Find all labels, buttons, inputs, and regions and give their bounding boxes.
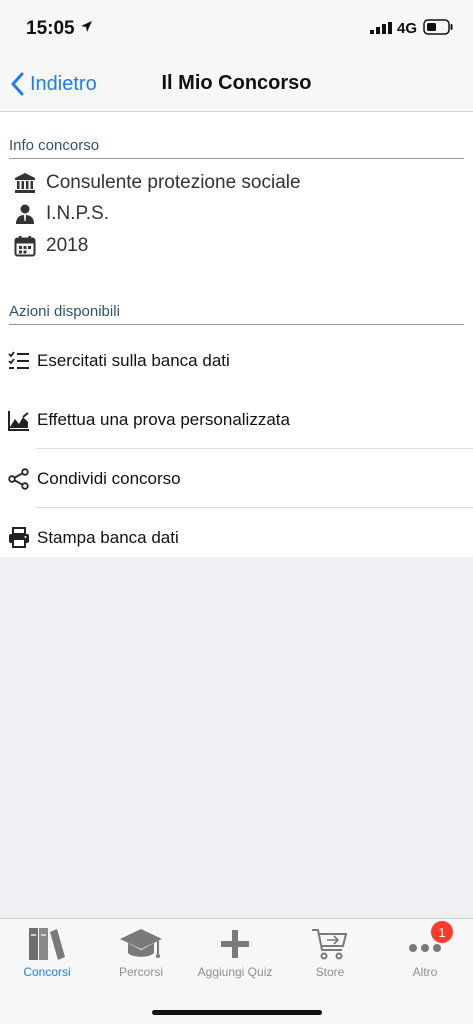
- tab-store-label: Store: [315, 965, 345, 979]
- tab-percorsi[interactable]: Percorsi: [94, 919, 188, 985]
- signal-icon: [370, 22, 392, 34]
- tab-altro[interactable]: 1 Altro: [378, 919, 472, 985]
- location-arrow-icon: [81, 21, 92, 32]
- info-role: Consulente protezione sociale: [46, 172, 301, 193]
- info-row-body: I.N.P.S.: [14, 199, 109, 229]
- graduation-cap-icon: [118, 925, 164, 963]
- institution-icon: [14, 172, 36, 194]
- info-row-year: 2018: [14, 231, 88, 261]
- info-year: 2018: [46, 235, 89, 256]
- tab-aggiungi-quiz-label: Aggiungi Quiz: [197, 965, 273, 979]
- cart-icon: [310, 925, 350, 963]
- plus-icon: [217, 925, 253, 963]
- action-custom-test[interactable]: Effettua una prova personalizzata: [0, 390, 473, 449]
- books-icon: [26, 925, 68, 963]
- content: Info concorso Consulente protezione soci…: [0, 112, 473, 557]
- status-time: 15:05: [26, 18, 75, 39]
- action-custom-test-label: Effettua una prova personalizzata: [37, 409, 290, 429]
- action-share-label: Condividi concorso: [37, 468, 181, 488]
- tab-aggiungi-quiz[interactable]: Aggiungi Quiz: [188, 919, 282, 985]
- tab-concorsi[interactable]: Concorsi: [0, 919, 94, 985]
- more-icon: 1: [405, 921, 453, 963]
- printer-icon: [8, 526, 30, 549]
- action-practice-label: Esercitati sulla banca dati: [37, 350, 230, 370]
- action-print-label: Stampa banca dati: [37, 527, 179, 547]
- screen: 15:05 4G Indietro Il Mio Concorso Info c…: [0, 0, 473, 1024]
- action-print[interactable]: Stampa banca dati: [0, 508, 473, 567]
- home-indicator: [152, 1010, 322, 1015]
- tab-concorsi-label: Concorsi: [23, 965, 71, 979]
- battery-icon: [423, 19, 453, 35]
- person-icon: [14, 203, 36, 225]
- network-label: 4G: [397, 20, 418, 37]
- checklist-icon: [8, 350, 30, 372]
- calendar-icon: [14, 235, 36, 257]
- nav-bar: Indietro Il Mio Concorso: [0, 56, 473, 112]
- tab-store[interactable]: Store: [283, 919, 377, 985]
- page-title: Il Mio Concorso: [161, 72, 312, 94]
- actions-section-header: Azioni disponibili: [9, 303, 464, 325]
- info-section-header: Info concorso: [9, 137, 464, 159]
- info-row-institution: Consulente protezione sociale: [14, 168, 301, 198]
- action-share[interactable]: Condividi concorso: [0, 449, 473, 508]
- share-icon: [8, 467, 30, 490]
- action-practice[interactable]: Esercitati sulla banca dati: [0, 331, 473, 390]
- info-entity: I.N.P.S.: [46, 203, 110, 224]
- tab-percorsi-label: Percorsi: [118, 965, 163, 979]
- notification-badge: 1: [431, 921, 453, 943]
- tab-altro-label: Altro: [412, 965, 438, 979]
- status-bar: 15:05 4G: [0, 0, 473, 56]
- tab-bar: Concorsi Percorsi Aggiungi Quiz Store 1 …: [0, 918, 473, 1024]
- line-chart-icon: [8, 409, 30, 431]
